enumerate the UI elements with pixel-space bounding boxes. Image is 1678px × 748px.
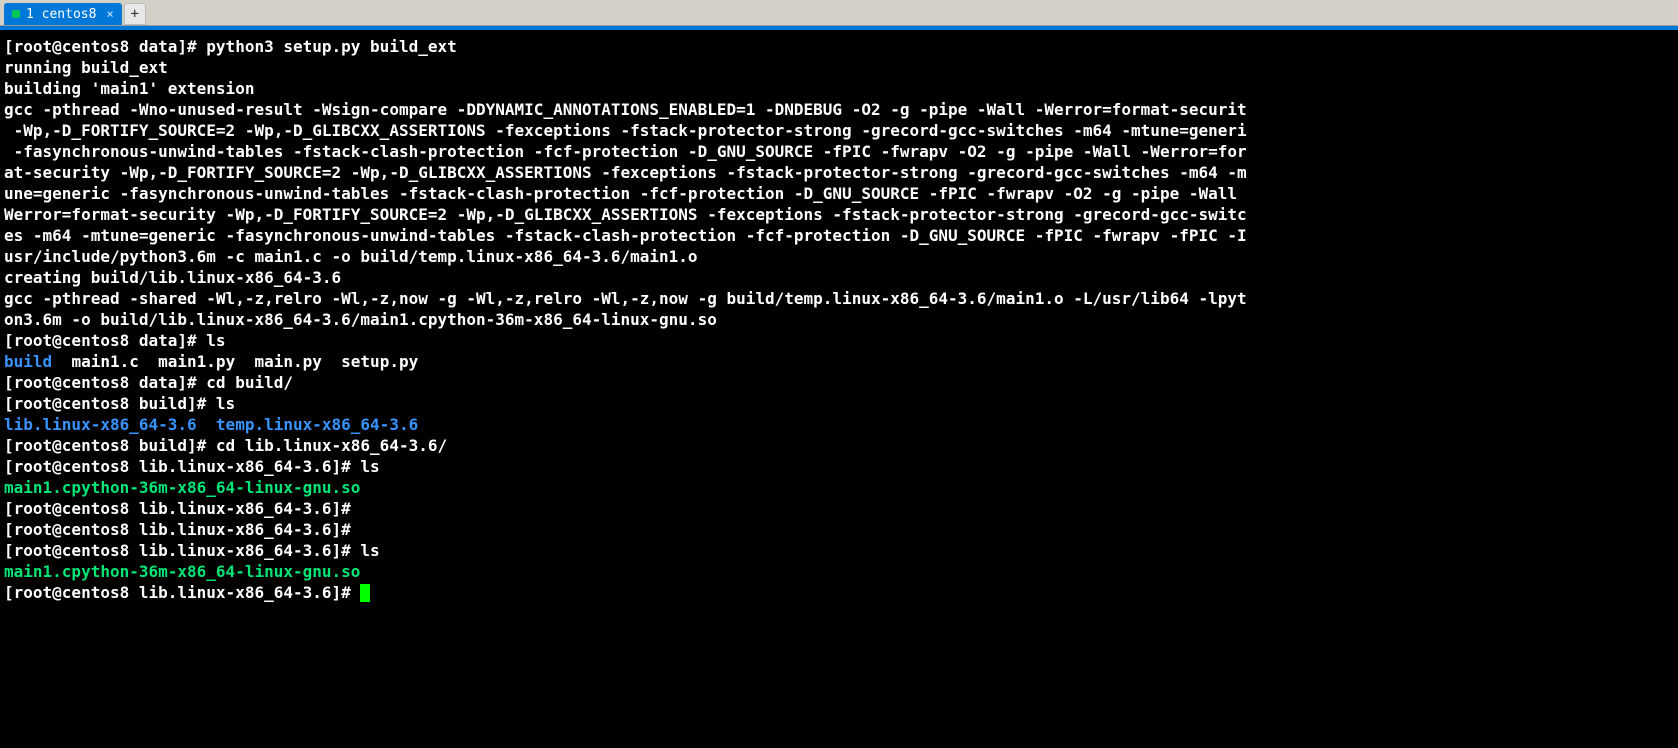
terminal-text: main1.cpython-36m-x86_64-linux-gnu.so	[4, 478, 360, 497]
terminal-text: usr/include/python3.6m -c main1.c -o bui…	[4, 247, 698, 266]
terminal-line: build main1.c main1.py main.py setup.py	[4, 351, 1674, 372]
terminal-line: [root@centos8 data]# cd build/	[4, 372, 1674, 393]
terminal-output[interactable]: [root@centos8 data]# python3 setup.py bu…	[0, 30, 1678, 748]
terminal-text: [root@centos8 lib.linux-x86_64-3.6]#	[4, 499, 360, 518]
tab-centos8[interactable]: 1 centos8 ×	[4, 3, 122, 25]
terminal-text: [root@centos8 data]# ls	[4, 331, 226, 350]
terminal-line: main1.cpython-36m-x86_64-linux-gnu.so	[4, 477, 1674, 498]
terminal-text: -fasynchronous-unwind-tables -fstack-cla…	[4, 142, 1247, 161]
terminal-line: at-security -Wp,-D_FORTIFY_SOURCE=2 -Wp,…	[4, 162, 1674, 183]
terminal-text: es -m64 -mtune=generic -fasynchronous-un…	[4, 226, 1247, 245]
terminal-text: une=generic -fasynchronous-unwind-tables…	[4, 184, 1247, 203]
terminal-line: -fasynchronous-unwind-tables -fstack-cla…	[4, 141, 1674, 162]
terminal-line: usr/include/python3.6m -c main1.c -o bui…	[4, 246, 1674, 267]
terminal-line: Werror=format-security -Wp,-D_FORTIFY_SO…	[4, 204, 1674, 225]
terminal-line: creating build/lib.linux-x86_64-3.6	[4, 267, 1674, 288]
new-tab-button[interactable]: +	[124, 3, 146, 25]
terminal-text: -Wp,-D_FORTIFY_SOURCE=2 -Wp,-D_GLIBCXX_A…	[4, 121, 1247, 140]
terminal-line: [root@centos8 lib.linux-x86_64-3.6]# ls	[4, 456, 1674, 477]
terminal-text: Werror=format-security -Wp,-D_FORTIFY_SO…	[4, 205, 1247, 224]
cursor	[360, 584, 370, 602]
terminal-text: main1.c main1.py main.py setup.py	[52, 352, 418, 371]
terminal-text	[197, 415, 216, 434]
terminal-text: gcc -pthread -Wno-unused-result -Wsign-c…	[4, 100, 1247, 119]
terminal-line: gcc -pthread -shared -Wl,-z,relro -Wl,-z…	[4, 288, 1674, 309]
terminal-line: [root@centos8 lib.linux-x86_64-3.6]#	[4, 498, 1674, 519]
terminal-text: build	[4, 352, 52, 371]
terminal-line: [root@centos8 build]# ls	[4, 393, 1674, 414]
terminal-line: es -m64 -mtune=generic -fasynchronous-un…	[4, 225, 1674, 246]
connection-status-icon	[12, 10, 20, 18]
terminal-text: on3.6m -o build/lib.linux-x86_64-3.6/mai…	[4, 310, 717, 329]
terminal-line: building 'main1' extension	[4, 78, 1674, 99]
terminal-text: gcc -pthread -shared -Wl,-z,relro -Wl,-z…	[4, 289, 1247, 308]
close-icon[interactable]: ×	[106, 7, 113, 21]
terminal-line: [root@centos8 lib.linux-x86_64-3.6]#	[4, 519, 1674, 540]
terminal-text: lib.linux-x86_64-3.6	[4, 415, 197, 434]
terminal-text: [root@centos8 data]# cd build/	[4, 373, 293, 392]
terminal-text: [root@centos8 lib.linux-x86_64-3.6]#	[4, 583, 360, 602]
terminal-text: creating build/lib.linux-x86_64-3.6	[4, 268, 341, 287]
tab-label: 1 centos8	[26, 7, 96, 22]
terminal-line: main1.cpython-36m-x86_64-linux-gnu.so	[4, 561, 1674, 582]
terminal-line: [root@centos8 lib.linux-x86_64-3.6]#	[4, 582, 1674, 603]
terminal-text: [root@centos8 data]# python3 setup.py bu…	[4, 37, 457, 56]
terminal-text: [root@centos8 lib.linux-x86_64-3.6]# ls	[4, 541, 380, 560]
terminal-line: gcc -pthread -Wno-unused-result -Wsign-c…	[4, 99, 1674, 120]
terminal-line: lib.linux-x86_64-3.6 temp.linux-x86_64-3…	[4, 414, 1674, 435]
terminal-line: [root@centos8 data]# python3 setup.py bu…	[4, 36, 1674, 57]
plus-icon: +	[130, 6, 138, 22]
terminal-text: [root@centos8 build]# cd lib.linux-x86_6…	[4, 436, 447, 455]
terminal-line: [root@centos8 build]# cd lib.linux-x86_6…	[4, 435, 1674, 456]
terminal-line: running build_ext	[4, 57, 1674, 78]
terminal-line: on3.6m -o build/lib.linux-x86_64-3.6/mai…	[4, 309, 1674, 330]
terminal-text: temp.linux-x86_64-3.6	[216, 415, 418, 434]
terminal-text: [root@centos8 lib.linux-x86_64-3.6]#	[4, 520, 360, 539]
terminal-text: [root@centos8 build]# ls	[4, 394, 235, 413]
terminal-line: [root@centos8 data]# ls	[4, 330, 1674, 351]
tab-bar: 1 centos8 × +	[0, 0, 1678, 26]
terminal-text: running build_ext	[4, 58, 168, 77]
terminal-text: building 'main1' extension	[4, 79, 254, 98]
terminal-line: -Wp,-D_FORTIFY_SOURCE=2 -Wp,-D_GLIBCXX_A…	[4, 120, 1674, 141]
terminal-line: une=generic -fasynchronous-unwind-tables…	[4, 183, 1674, 204]
terminal-text: main1.cpython-36m-x86_64-linux-gnu.so	[4, 562, 360, 581]
terminal-line: [root@centos8 lib.linux-x86_64-3.6]# ls	[4, 540, 1674, 561]
terminal-text: at-security -Wp,-D_FORTIFY_SOURCE=2 -Wp,…	[4, 163, 1247, 182]
terminal-text: [root@centos8 lib.linux-x86_64-3.6]# ls	[4, 457, 380, 476]
